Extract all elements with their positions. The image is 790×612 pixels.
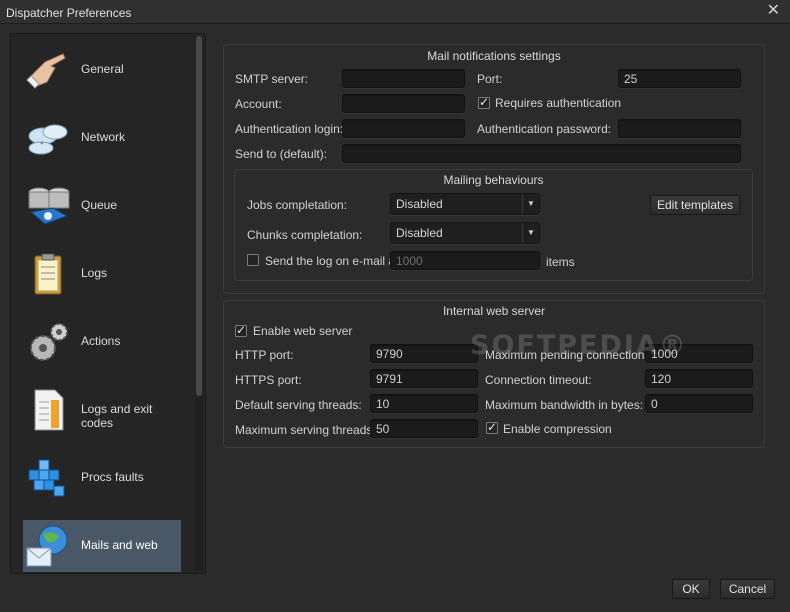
sidebar-scrollbar[interactable] [195, 36, 203, 571]
select-value: Disabled [396, 197, 443, 211]
group-title: Internal web server [442, 304, 546, 318]
select-value: Disabled [396, 226, 443, 240]
scrollbar-thumb[interactable] [196, 36, 202, 396]
connection-timeout-label: Connection timeout: [485, 373, 592, 387]
smtp-server-input[interactable] [342, 69, 465, 88]
items-label: items [546, 255, 575, 269]
jobs-completation-label: Jobs completation: [247, 198, 348, 212]
enable-compression-checkbox[interactable]: ✓ [486, 420, 498, 434]
sidebar-item-label: General [81, 62, 124, 76]
requires-authentication-label: Requires authentication [495, 96, 622, 110]
authentication-password-label: Authentication password: [477, 122, 612, 136]
sidebar-item-network[interactable]: Network [23, 112, 181, 164]
maximum-serving-threads-input[interactable] [370, 419, 478, 438]
default-serving-threads-label: Default serving threads: [235, 398, 362, 412]
authentication-login-input[interactable] [342, 119, 465, 138]
checkmark-icon: ✓ [236, 323, 247, 337]
authentication-login-label: Authentication login: [235, 122, 344, 136]
chevron-down-icon: ▼ [522, 194, 539, 214]
enable-web-server-label: Enable web server [253, 324, 353, 338]
send-to-input[interactable] [342, 144, 741, 163]
chevron-down-icon: ▼ [522, 223, 539, 243]
sidebar-item-label: Queue [81, 198, 118, 212]
connection-timeout-input[interactable] [645, 369, 753, 388]
sidebar-item-actions[interactable]: Actions [23, 316, 181, 368]
cloud-network-icon [28, 124, 68, 155]
authentication-password-input[interactable] [618, 119, 741, 138]
close-icon[interactable]: ✕ [767, 3, 780, 19]
pointing-hand-icon [26, 53, 66, 89]
requires-authentication-checkbox[interactable]: ✓ [478, 95, 490, 109]
softpedia-watermark: SOFTPEDIA® [470, 330, 688, 361]
sidebar: General Network Queue Logs Actions Logs … [10, 33, 206, 574]
account-input[interactable] [342, 94, 465, 113]
http-port-label: HTTP port: [235, 348, 294, 362]
sidebar-item-logs-and-exit-codes[interactable]: Logs and exit codes [23, 384, 181, 436]
window-title: Dispatcher Preferences [6, 6, 132, 20]
sidebar-item-label: Logs [81, 266, 108, 280]
chunks-completation-select[interactable]: Disabled ▼ [390, 222, 540, 244]
sidebar-item-label: Network [81, 130, 126, 144]
default-serving-threads-input[interactable] [370, 394, 478, 413]
sidebar-item-label: Procs faults [81, 470, 144, 484]
chunks-completation-label: Chunks completation: [247, 228, 363, 242]
sidebar-item-label: Actions [81, 334, 121, 348]
enable-compression-label: Enable compression [503, 422, 612, 436]
maximum-serving-threads-label: Maximum serving threads: [235, 423, 376, 437]
globe-mail-icon [26, 525, 68, 567]
group-title: Mailing behaviours [443, 173, 544, 187]
send-log-checkbox[interactable] [247, 254, 259, 266]
sidebar-item-general[interactable]: General [23, 44, 181, 96]
sidebar-item-procs-faults[interactable]: Procs faults [23, 452, 181, 504]
send-log-label: Send the log on e-mail at [265, 254, 399, 268]
sidebar-item-label: Logs and exit codes [81, 402, 153, 430]
cancel-button[interactable]: Cancel [720, 579, 775, 599]
group-title: Mail notifications settings [427, 49, 561, 63]
send-log-items-input[interactable] [390, 251, 540, 270]
ok-button[interactable]: OK [672, 579, 710, 599]
smtp-server-label: SMTP server: [235, 72, 309, 86]
blue-cubes-icon [28, 459, 65, 497]
account-label: Account: [235, 97, 282, 111]
https-port-label: HTTPS port: [235, 373, 302, 387]
sidebar-item-mails-and-web[interactable]: Mails and web [23, 520, 181, 572]
http-port-input[interactable] [370, 344, 478, 363]
https-port-input[interactable] [370, 369, 478, 388]
clipboard-icon [34, 253, 62, 295]
checkmark-icon: ✓ [479, 95, 490, 109]
sidebar-item-queue[interactable]: Queue [23, 180, 181, 232]
port-input[interactable] [618, 69, 741, 88]
port-label: Port: [477, 72, 503, 86]
sidebar-item-label: Mails and web [81, 538, 158, 552]
sidebar-item-logs[interactable]: Logs [23, 248, 181, 300]
edit-templates-button[interactable]: Edit templates [650, 195, 740, 215]
database-queue-icon [28, 187, 70, 225]
maximum-bandwidth-input[interactable] [645, 394, 753, 413]
jobs-completation-select[interactable]: Disabled ▼ [390, 193, 540, 215]
send-to-label: Send to (default): [235, 147, 328, 161]
enable-web-server-checkbox[interactable]: ✓ [235, 323, 247, 337]
maximum-bandwidth-label: Maximum bandwidth in bytes: [485, 398, 644, 412]
gears-icon [30, 323, 68, 361]
document-list-icon [34, 389, 64, 431]
title-bar: Dispatcher Preferences ✕ [0, 0, 790, 24]
checkmark-icon: ✓ [487, 420, 498, 434]
